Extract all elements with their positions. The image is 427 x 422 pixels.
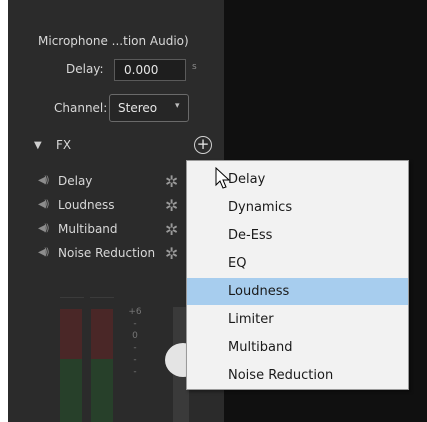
scale-tick-label: 0 [132, 331, 138, 341]
menu-item-eq[interactable]: EQ [187, 250, 408, 277]
fx-item-label: Multiband [58, 222, 118, 236]
fx-item-label: Loudness [58, 198, 115, 212]
menu-item-limiter[interactable]: Limiter [187, 306, 408, 333]
scale-tick-label: +6 [128, 307, 142, 317]
delay-input[interactable]: 0.000 [114, 59, 186, 81]
level-meter-left [60, 309, 82, 422]
channel-value: Stereo [118, 101, 158, 115]
menu-item-noise-reduction[interactable]: Noise Reduction [187, 362, 408, 389]
menu-item-label: Dynamics [228, 200, 293, 215]
gear-icon[interactable]: ✲ [165, 172, 178, 191]
menu-item-label: Loudness [228, 284, 290, 299]
scale-tick-label: - [133, 319, 137, 329]
gear-icon[interactable]: ✲ [165, 196, 178, 215]
meter-scale: +6 - 0 - - - [128, 306, 142, 378]
fx-item-label: Delay [58, 174, 93, 188]
gear-icon[interactable]: ✲ [165, 220, 178, 239]
add-fx-menu: Delay Dynamics De-Ess EQ Loudness Limite… [186, 160, 409, 390]
menu-item-multiband[interactable]: Multiband [187, 334, 408, 361]
scale-tick-label: - [133, 355, 137, 365]
meter-divider [90, 297, 114, 298]
menu-item-label: EQ [228, 256, 247, 271]
channel-label: Channel: [54, 101, 108, 115]
fx-item-label: Noise Reduction [58, 246, 156, 260]
chevron-down-icon: ▾ [175, 101, 180, 111]
level-meter-right [91, 309, 113, 422]
menu-item-label: Multiband [228, 340, 293, 355]
speaker-icon[interactable]: ◀)) [38, 247, 49, 258]
collapse-triangle-icon[interactable]: ▼ [34, 140, 42, 151]
menu-item-label: De-Ess [228, 228, 273, 243]
delay-unit: s [192, 62, 197, 72]
scale-tick-label: - [133, 367, 137, 377]
menu-item-dynamics[interactable]: Dynamics [187, 194, 408, 221]
gear-icon[interactable]: ✲ [165, 244, 178, 263]
channel-dropdown[interactable]: Stereo ▾ [109, 94, 189, 122]
menu-item-de-ess[interactable]: De-Ess [187, 222, 408, 249]
mouse-cursor-icon [215, 167, 231, 189]
menu-item-label: Delay [228, 172, 266, 187]
menu-item-label: Noise Reduction [228, 368, 334, 383]
speaker-icon[interactable]: ◀)) [38, 199, 49, 210]
meter-divider [60, 297, 84, 298]
add-fx-button[interactable]: + [194, 136, 212, 154]
speaker-icon[interactable]: ◀)) [38, 223, 49, 234]
menu-item-loudness[interactable]: Loudness [187, 278, 408, 305]
speaker-icon[interactable]: ◀)) [38, 175, 49, 186]
scale-tick-label: - [133, 343, 137, 353]
track-title: Microphone ...tion Audio) [38, 34, 189, 48]
fx-section-label: FX [56, 138, 72, 152]
menu-item-label: Limiter [228, 312, 274, 327]
delay-label: Delay: [66, 62, 104, 76]
